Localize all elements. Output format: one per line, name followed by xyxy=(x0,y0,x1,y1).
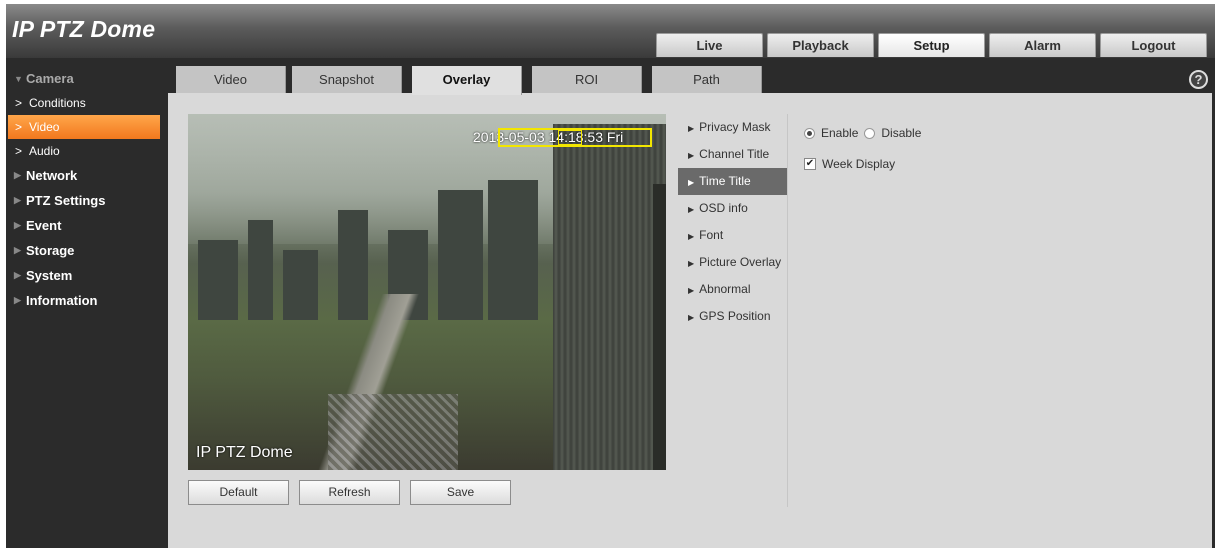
disable-radio[interactable] xyxy=(864,127,876,139)
sidebar-item-label: Storage xyxy=(26,243,75,258)
tab-roi[interactable]: ROI xyxy=(532,66,642,93)
menu-item-channel-title[interactable]: ▶ Channel Title xyxy=(678,141,787,168)
sidebar-item-storage[interactable]: ▶ Storage xyxy=(6,238,166,263)
menu-item-label: Privacy Mask xyxy=(699,120,771,134)
sidebar-item-label: Event xyxy=(26,218,62,233)
menu-item-label: Font xyxy=(699,228,724,242)
sidebar-item-video[interactable]: > Video xyxy=(8,115,160,139)
sidebar-item-information[interactable]: ▶ Information xyxy=(6,288,166,313)
video-preview[interactable]: 2013-05-03 14:18:53 Fri IP PTZ Dome xyxy=(188,114,666,470)
menu-item-abnormal[interactable]: ▶ Abnormal xyxy=(678,276,787,303)
building xyxy=(248,220,273,320)
triangle-right-icon: ▶ xyxy=(688,259,695,268)
sidebar-item-event[interactable]: ▶ Event xyxy=(6,213,166,238)
overlay-menu: ▶ Privacy Mask ▶ Channel Title ▶ Time Title… xyxy=(678,114,788,507)
triangle-right-icon: ▶ xyxy=(14,220,21,230)
top-tab-live[interactable]: Live xyxy=(656,33,763,57)
sidebar-item-label: Audio xyxy=(29,144,60,158)
building xyxy=(438,190,483,320)
sidebar-item-system[interactable]: ▶ System xyxy=(6,263,166,288)
triangle-right-icon: ▶ xyxy=(688,178,695,187)
enable-label: Enable xyxy=(821,126,859,140)
sidebar-item-label: Video xyxy=(29,120,60,134)
top-bar: IP PTZ Dome Live Playback Setup Alarm Lo… xyxy=(6,4,1215,58)
top-nav: Live Playback Setup Alarm Logout xyxy=(656,33,1207,57)
week-display-checkbox[interactable]: ✔ xyxy=(804,158,816,170)
time-title-settings: Enable Disable ✔ Week Display xyxy=(804,121,921,183)
button-row: Default Refresh Save xyxy=(188,480,511,505)
sidebar-item-label: PTZ Settings xyxy=(26,193,106,208)
top-tab-alarm[interactable]: Alarm xyxy=(989,33,1096,57)
week-display-row: ✔ Week Display xyxy=(804,152,921,176)
sidebar-item-ptz-settings[interactable]: ▶ PTZ Settings xyxy=(6,188,166,213)
chevron-right-icon: > xyxy=(15,96,23,110)
logout-button[interactable]: Logout xyxy=(1100,33,1207,57)
tab-video[interactable]: Video xyxy=(176,66,286,93)
menu-item-label: GPS Position xyxy=(699,309,771,323)
menu-item-label: OSD info xyxy=(699,201,748,215)
help-icon[interactable]: ? xyxy=(1189,70,1208,89)
tab-path[interactable]: Path xyxy=(652,66,762,93)
sidebar-item-label: Camera xyxy=(26,71,74,86)
video-parking xyxy=(328,394,458,470)
triangle-right-icon: ▶ xyxy=(688,286,695,295)
triangle-right-icon: ▶ xyxy=(14,245,21,255)
sidebar-item-camera[interactable]: ▼ Camera xyxy=(6,66,166,91)
default-button[interactable]: Default xyxy=(188,480,289,505)
top-tab-setup[interactable]: Setup xyxy=(878,33,985,57)
sidebar-item-label: Information xyxy=(26,293,98,308)
video-tower xyxy=(553,124,666,470)
disable-label: Disable xyxy=(881,126,922,140)
sidebar-item-audio[interactable]: > Audio xyxy=(6,139,166,163)
menu-item-label: Channel Title xyxy=(699,147,770,161)
triangle-right-icon: ▶ xyxy=(14,295,21,305)
sidebar-item-label: Network xyxy=(26,168,78,183)
triangle-right-icon: ▶ xyxy=(688,232,695,241)
chevron-right-icon: > xyxy=(15,144,23,158)
triangle-right-icon: ▶ xyxy=(688,151,695,160)
main-panel: Video Snapshot Overlay ROI Path ? 2013-0… xyxy=(168,66,1212,548)
osd-time-title-handle[interactable] xyxy=(558,130,582,145)
menu-item-privacy-mask[interactable]: ▶ Privacy Mask xyxy=(678,114,787,141)
menu-item-label: Abnormal xyxy=(699,282,751,296)
menu-item-label: Picture Overlay xyxy=(699,255,782,269)
triangle-down-icon: ▼ xyxy=(14,73,23,84)
menu-item-font[interactable]: ▶ Font xyxy=(678,222,787,249)
sidebar-item-label: System xyxy=(26,268,73,283)
menu-item-time-title[interactable]: ▶ Time Title xyxy=(678,168,787,195)
menu-item-label: Time Title xyxy=(699,174,751,188)
video-tower-edge xyxy=(653,184,666,470)
triangle-right-icon: ▶ xyxy=(14,170,21,180)
sidebar-item-label: Conditions xyxy=(29,96,86,110)
save-button[interactable]: Save xyxy=(410,480,511,505)
week-display-label: Week Display xyxy=(822,157,896,171)
top-tab-playback[interactable]: Playback xyxy=(767,33,874,57)
menu-item-gps-position[interactable]: ▶ GPS Position xyxy=(678,303,787,330)
triangle-right-icon: ▶ xyxy=(688,124,695,133)
refresh-button[interactable]: Refresh xyxy=(299,480,400,505)
tab-snapshot[interactable]: Snapshot xyxy=(292,66,402,93)
tab-overlay[interactable]: Overlay xyxy=(412,66,522,95)
sidebar-item-network[interactable]: ▶ Network xyxy=(6,163,166,188)
sidebar-item-conditions[interactable]: > Conditions xyxy=(6,91,166,115)
building xyxy=(198,240,238,320)
enable-radio[interactable] xyxy=(804,127,815,139)
enable-row: Enable Disable xyxy=(804,121,921,145)
triangle-right-icon: ▶ xyxy=(14,195,21,205)
triangle-right-icon: ▶ xyxy=(14,270,21,280)
building xyxy=(488,180,538,320)
menu-item-osd-info[interactable]: ▶ OSD info xyxy=(678,195,787,222)
sidebar: ▼ Camera > Conditions > Video > Audio ▶ … xyxy=(6,66,166,548)
app-window: IP PTZ Dome Live Playback Setup Alarm Lo… xyxy=(6,4,1215,548)
app-title: IP PTZ Dome xyxy=(12,16,156,42)
menu-item-picture-overlay[interactable]: ▶ Picture Overlay xyxy=(678,249,787,276)
triangle-right-icon: ▶ xyxy=(688,313,695,322)
chevron-right-icon: > xyxy=(15,120,23,134)
osd-channel-title: IP PTZ Dome xyxy=(196,444,293,461)
triangle-right-icon: ▶ xyxy=(688,205,695,214)
sub-tabs: Video Snapshot Overlay ROI Path ? xyxy=(168,66,1212,95)
